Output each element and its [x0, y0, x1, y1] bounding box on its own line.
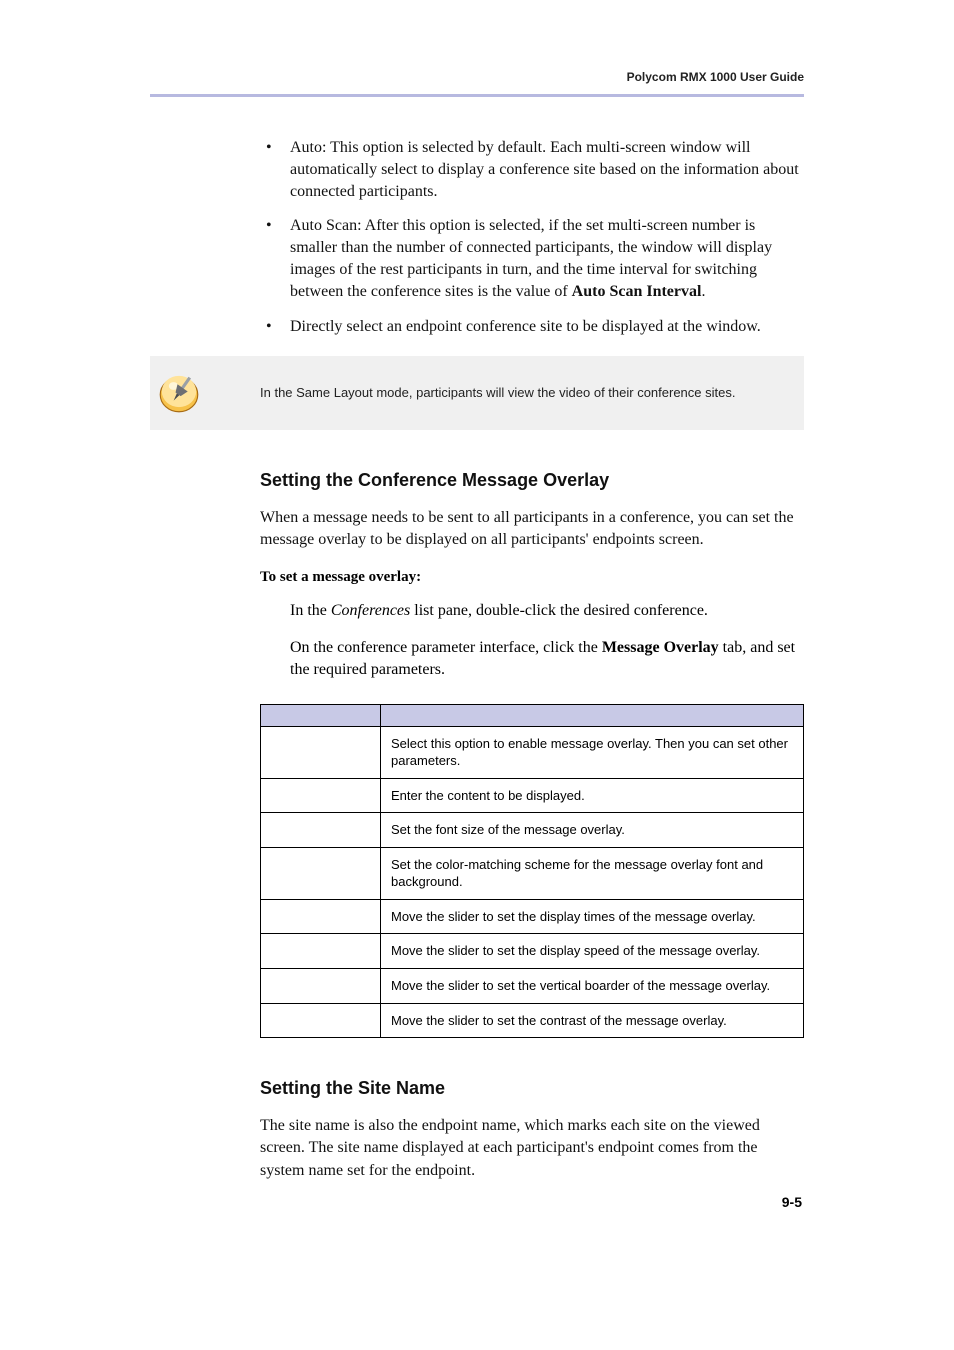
- table-cell: Set the color-matching scheme for the me…: [381, 847, 804, 899]
- running-header: Polycom RMX 1000 User Guide: [150, 70, 804, 94]
- bullet-text: Auto: This option is selected by default…: [290, 139, 799, 200]
- table-cell: Move the slider to set the contrast of t…: [381, 1003, 804, 1038]
- table-header-row: [261, 704, 804, 726]
- bullet-text: Auto Scan: After this option is selected…: [290, 217, 772, 300]
- table-cell: [261, 968, 381, 1003]
- step-2: On the conference parameter interface, c…: [290, 637, 804, 682]
- header-rule: [150, 94, 804, 97]
- bullet-item-auto-scan: Auto Scan: After this option is selected…: [260, 215, 804, 303]
- table-row: Set the font size of the message overlay…: [261, 813, 804, 848]
- table-row: Move the slider to set the vertical boar…: [261, 968, 804, 1003]
- bullet-list: Auto: This option is selected by default…: [260, 137, 804, 338]
- section1-sub: To set a message overlay:: [260, 569, 804, 586]
- parameter-table: Select this option to enable message ove…: [260, 704, 804, 1038]
- note-band: In the Same Layout mode, participants wi…: [150, 356, 804, 430]
- note-icon-container: [150, 368, 260, 418]
- bullet-item-auto: Auto: This option is selected by default…: [260, 137, 804, 203]
- section2-body: The site name is also the endpoint name,…: [260, 1115, 804, 1182]
- table-cell: [261, 726, 381, 778]
- table-cell: [261, 899, 381, 934]
- table-cell: Move the slider to set the display times…: [381, 899, 804, 934]
- table-cell: Move the slider to set the vertical boar…: [381, 968, 804, 1003]
- table-cell: Move the slider to set the display speed…: [381, 934, 804, 969]
- content-column: Auto: This option is selected by default…: [260, 137, 804, 1182]
- table-row: Move the slider to set the display times…: [261, 899, 804, 934]
- table-cell: [261, 847, 381, 899]
- table-header-cell: [261, 704, 381, 726]
- table-cell: Enter the content to be displayed.: [381, 778, 804, 813]
- section-title-message-overlay: Setting the Conference Message Overlay: [260, 470, 804, 491]
- table-cell: [261, 813, 381, 848]
- step-1: In the Conferences list pane, double-cli…: [290, 600, 804, 622]
- page-number: 9-5: [782, 1194, 802, 1210]
- table-cell: Set the font size of the message overlay…: [381, 813, 804, 848]
- pushpin-icon: [154, 368, 204, 418]
- bullet-item-direct: Directly select an endpoint conference s…: [260, 316, 804, 338]
- page: Polycom RMX 1000 User Guide Auto: This o…: [0, 0, 954, 1260]
- table-row: Select this option to enable message ove…: [261, 726, 804, 778]
- table-cell: [261, 934, 381, 969]
- table-row: Move the slider to set the contrast of t…: [261, 1003, 804, 1038]
- note-text: In the Same Layout mode, participants wi…: [260, 384, 735, 402]
- table-cell: [261, 778, 381, 813]
- table-cell: [261, 1003, 381, 1038]
- table-row: Enter the content to be displayed.: [261, 778, 804, 813]
- table-cell: Select this option to enable message ove…: [381, 726, 804, 778]
- bullet-text: Directly select an endpoint conference s…: [290, 318, 761, 335]
- section1-intro: When a message needs to be sent to all p…: [260, 507, 804, 552]
- section-title-site-name: Setting the Site Name: [260, 1078, 804, 1099]
- table-row: Move the slider to set the display speed…: [261, 934, 804, 969]
- table-row: Set the color-matching scheme for the me…: [261, 847, 804, 899]
- table-header-cell: [381, 704, 804, 726]
